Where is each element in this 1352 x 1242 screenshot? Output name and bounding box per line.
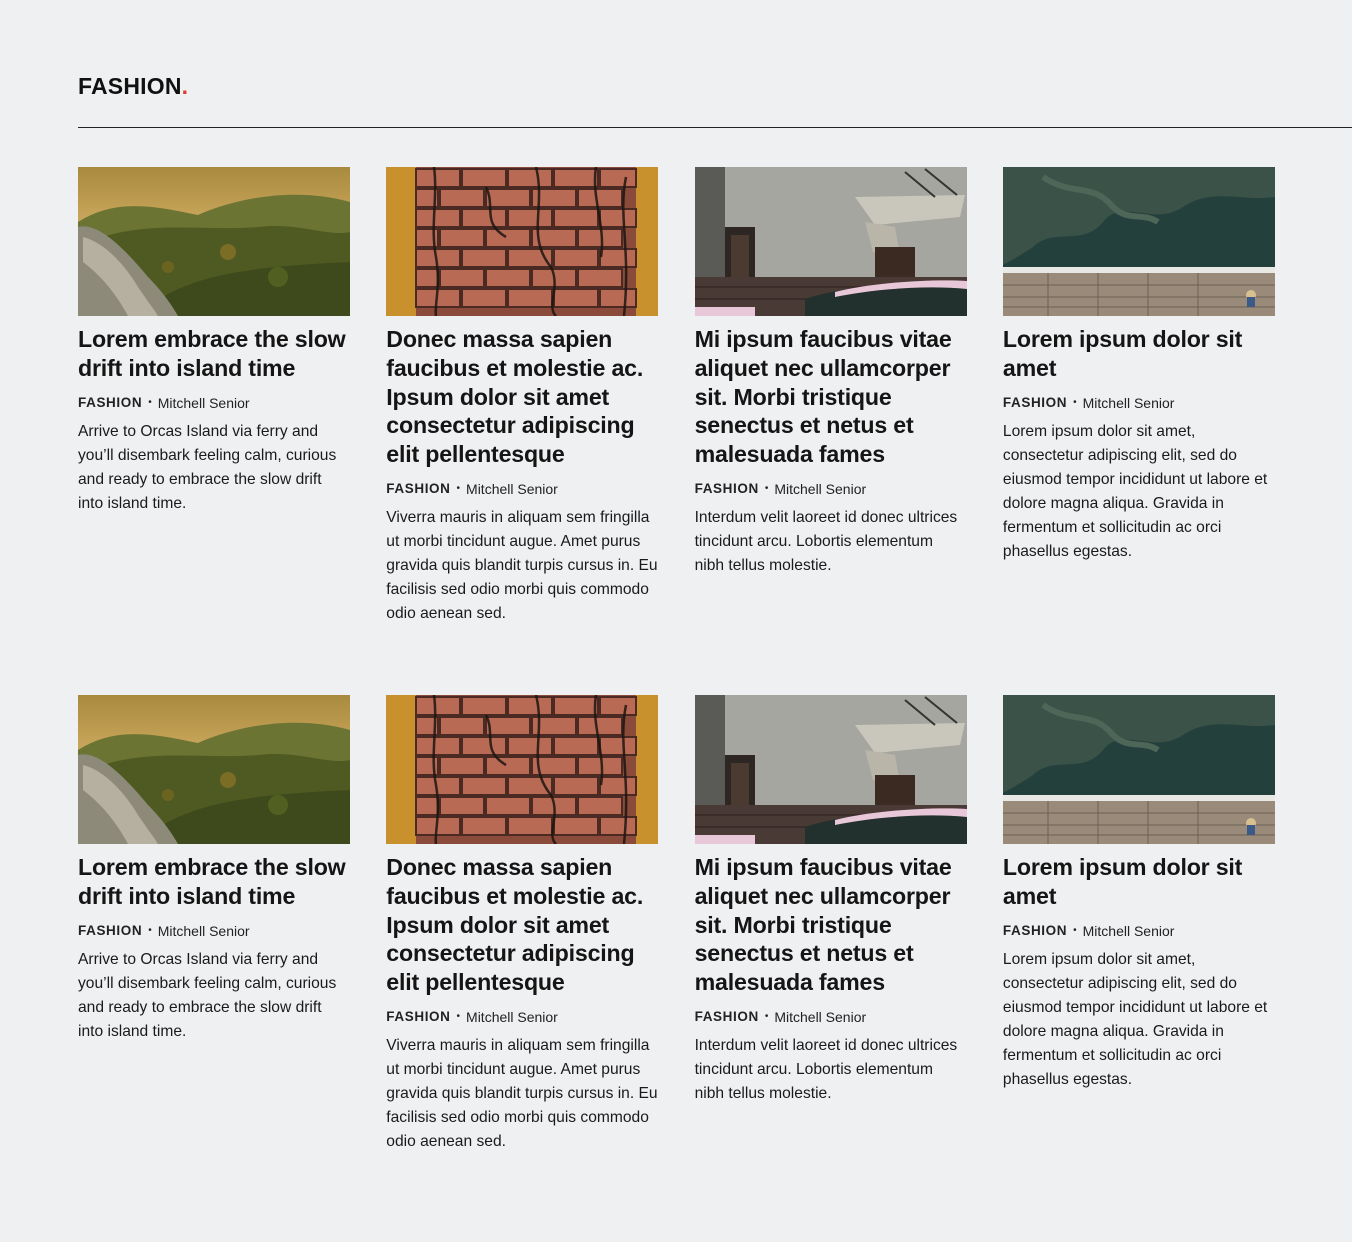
article-category[interactable]: FASHION [695, 480, 759, 498]
article-excerpt: Viverra mauris in aliquam sem fringilla … [386, 508, 658, 622]
article-category[interactable]: FASHION [386, 1008, 450, 1026]
meta-separator-dot: • [1073, 924, 1077, 936]
article-card: Mi ipsum faucibus vitae aliquet nec ulla… [694, 167, 967, 695]
article-title[interactable]: Lorem embrace the slow drift into island… [78, 853, 350, 911]
meta-separator-dot: • [764, 482, 769, 494]
article-card: Donec massa sapien faucibus et molestie … [386, 695, 659, 1223]
section-title: FASHION. [78, 72, 188, 100]
article-author[interactable]: Mitchell Senior [774, 1008, 866, 1026]
article-excerpt: Lorem ipsum dolor sit amet, consectetur … [1002, 950, 1268, 1088]
article-meta: FASHION • Mitchell Senior [386, 1008, 658, 1026]
article-card: Lorem ipsum dolor sit amet FASHION • Mit… [1002, 695, 1275, 1223]
article-excerpt: Interdum velit laoreet id donec ultrices… [694, 1036, 958, 1102]
article-author[interactable]: Mitchell Senior [774, 480, 866, 498]
article-title[interactable]: Mi ipsum faucibus vitae aliquet nec ulla… [695, 325, 967, 469]
article-card: Lorem embrace the slow drift into island… [78, 695, 350, 1223]
article-title[interactable]: Donec massa sapien faucibus et molestie … [386, 853, 658, 997]
old-building-image[interactable] [694, 167, 967, 316]
article-excerpt: Interdum velit laoreet id donec ultrices… [694, 508, 958, 574]
page: FASHION. Lorem embrace the slow drift in… [0, 0, 1352, 1242]
aerial-pier-image[interactable] [1002, 695, 1275, 844]
meta-separator-dot: • [456, 1010, 461, 1022]
article-author[interactable]: Mitchell Senior [1083, 394, 1175, 412]
meta-separator-dot: • [764, 1010, 769, 1022]
article-excerpt: Viverra mauris in aliquam sem fringilla … [386, 1036, 658, 1150]
article-excerpt: Lorem ipsum dolor sit amet, consectetur … [1002, 422, 1268, 560]
article-grid: Lorem embrace the slow drift into island… [78, 167, 1275, 1223]
article-title[interactable]: Lorem embrace the slow drift into island… [78, 325, 350, 383]
article-meta: FASHION • Mitchell Senior [78, 394, 350, 412]
article-title[interactable]: Lorem ipsum dolor sit amet [1003, 325, 1275, 383]
article-category[interactable]: FASHION [1003, 394, 1067, 412]
old-building-image[interactable] [694, 695, 967, 844]
article-meta: FASHION • Mitchell Senior [1003, 922, 1275, 940]
article-meta: FASHION • Mitchell Senior [695, 480, 967, 498]
article-card: Lorem embrace the slow drift into island… [78, 167, 350, 695]
article-card: Lorem ipsum dolor sit amet FASHION • Mit… [1002, 167, 1275, 695]
article-title[interactable]: Mi ipsum faucibus vitae aliquet nec ulla… [695, 853, 967, 997]
article-title[interactable]: Donec massa sapien faucibus et molestie … [386, 325, 658, 469]
article-card: Donec massa sapien faucibus et molestie … [386, 167, 659, 695]
article-category[interactable]: FASHION [78, 394, 142, 412]
article-excerpt: Arrive to Orcas Island via ferry and you… [78, 950, 337, 1040]
article-title[interactable]: Lorem ipsum dolor sit amet [1003, 853, 1275, 911]
article-meta: FASHION • Mitchell Senior [78, 922, 350, 940]
article-card: Mi ipsum faucibus vitae aliquet nec ulla… [694, 695, 967, 1223]
article-author[interactable]: Mitchell Senior [466, 1008, 558, 1026]
article-meta: FASHION • Mitchell Senior [1003, 394, 1275, 412]
article-category[interactable]: FASHION [1003, 922, 1067, 940]
meta-separator-dot: • [456, 482, 461, 494]
article-category[interactable]: FASHION [78, 922, 142, 940]
article-category[interactable]: FASHION [695, 1008, 759, 1026]
brick-wall-image[interactable] [386, 695, 659, 844]
mountain-forest-image[interactable] [78, 695, 350, 844]
article-excerpt: Arrive to Orcas Island via ferry and you… [78, 422, 337, 512]
meta-separator-dot: • [148, 924, 152, 936]
article-author[interactable]: Mitchell Senior [1083, 922, 1175, 940]
article-author[interactable]: Mitchell Senior [158, 922, 250, 940]
brick-wall-image[interactable] [386, 167, 659, 316]
meta-separator-dot: • [148, 396, 152, 408]
section-title-dot: . [181, 73, 189, 99]
article-category[interactable]: FASHION [386, 480, 450, 498]
meta-separator-dot: • [1073, 396, 1077, 408]
mountain-forest-image[interactable] [78, 167, 350, 316]
article-meta: FASHION • Mitchell Senior [695, 1008, 967, 1026]
article-author[interactable]: Mitchell Senior [466, 480, 558, 498]
section-title-text: FASHION [78, 73, 182, 99]
article-author[interactable]: Mitchell Senior [158, 394, 250, 412]
section-divider [78, 127, 1352, 128]
aerial-pier-image[interactable] [1002, 167, 1275, 316]
article-meta: FASHION • Mitchell Senior [386, 480, 658, 498]
